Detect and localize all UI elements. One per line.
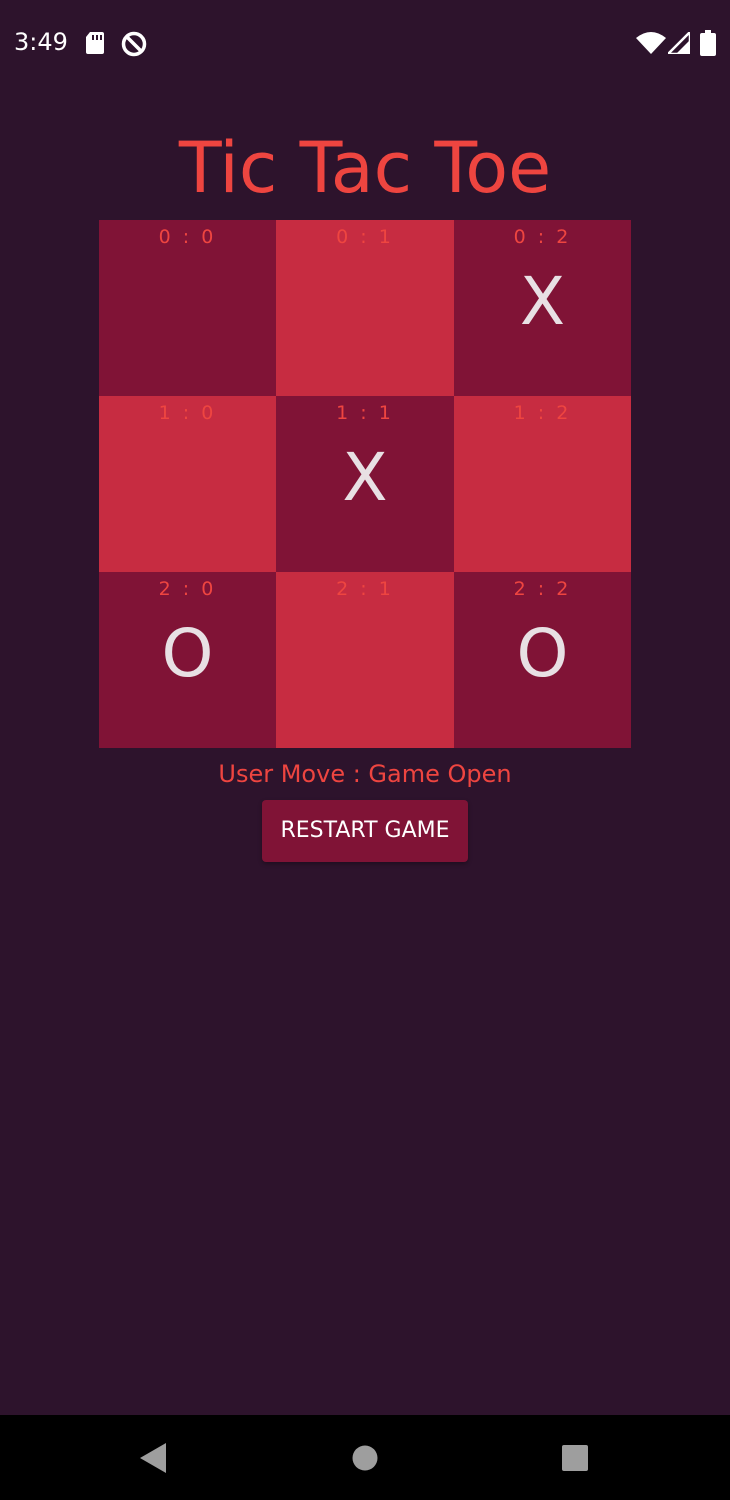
board-cell[interactable]: 2 : 0 O bbox=[99, 572, 276, 748]
board-cell[interactable]: 2 : 2 O bbox=[454, 572, 631, 748]
cell-coordinate-label: 1 : 0 bbox=[158, 402, 217, 424]
cell-coordinate-label: 0 : 1 bbox=[336, 226, 394, 248]
cell-mark: X bbox=[342, 439, 388, 516]
cell-coordinate-label: 2 : 1 bbox=[336, 578, 394, 600]
board-cell[interactable]: 2 : 1 bbox=[276, 572, 454, 748]
board-cell[interactable]: 1 : 1 X bbox=[276, 396, 454, 572]
board-cell[interactable]: 0 : 1 bbox=[276, 220, 454, 396]
cell-coordinate-label: 2 : 2 bbox=[513, 578, 572, 600]
game-board: 0 : 00 : 10 : 2X1 : 01 : 1X1 : 22 : 0O2 … bbox=[99, 220, 631, 748]
home-icon[interactable] bbox=[352, 1445, 378, 1471]
cell-coordinate-label: 1 : 2 bbox=[513, 402, 572, 424]
status-bar: 3:49 bbox=[0, 0, 730, 88]
signal-icon bbox=[668, 32, 690, 54]
board-cell[interactable]: 1 : 2 bbox=[454, 396, 631, 572]
board-cell[interactable]: 0 : 0 bbox=[99, 220, 276, 396]
cell-coordinate-label: 2 : 0 bbox=[158, 578, 217, 600]
board-cell[interactable]: 0 : 2 X bbox=[454, 220, 631, 396]
board-cell[interactable]: 1 : 0 bbox=[99, 396, 276, 572]
sd-card-icon bbox=[86, 32, 104, 54]
cell-coordinate-label: 1 : 1 bbox=[336, 402, 394, 424]
cell-mark: O bbox=[516, 615, 569, 692]
game-status-text: User Move : Game Open bbox=[218, 760, 512, 788]
recents-icon[interactable] bbox=[562, 1445, 588, 1471]
cell-mark: X bbox=[519, 263, 566, 340]
cell-coordinate-label: 0 : 2 bbox=[513, 226, 572, 248]
data-saver-icon bbox=[121, 31, 147, 57]
restart-game-button[interactable]: RESTART GAME bbox=[262, 800, 468, 862]
cell-mark: O bbox=[161, 615, 214, 692]
wifi-icon bbox=[636, 32, 666, 54]
cell-coordinate-label: 0 : 0 bbox=[158, 226, 217, 248]
battery-icon bbox=[700, 30, 716, 56]
page-title: Tic Tac Toe bbox=[178, 127, 552, 209]
status-time: 3:49 bbox=[14, 28, 68, 56]
navigation-bar bbox=[0, 1415, 730, 1500]
back-icon[interactable] bbox=[140, 1443, 166, 1473]
